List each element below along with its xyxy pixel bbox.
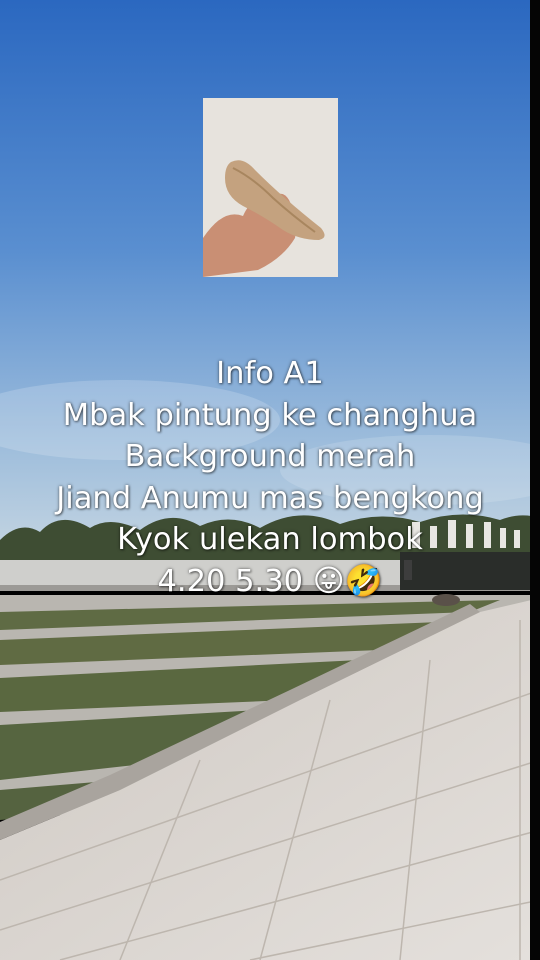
caption-line: Jiand Anumu mas bengkong — [56, 480, 484, 516]
caption: Info A1 Mbak pintung ke changhua Backgro… — [0, 353, 540, 602]
caption-line: Background merah — [124, 439, 416, 474]
thumbnail-image — [203, 98, 338, 277]
caption-line: Mbak pintung ke changhua — [62, 397, 478, 433]
caption-line: Kyok ulekan lombok — [117, 522, 423, 557]
caption-line: 4.20 5.30 😛🤣 — [157, 563, 383, 599]
video-frame: Info A1 Mbak pintung ke changhua Backgro… — [0, 0, 540, 960]
caption-line: Info A1 — [216, 356, 324, 391]
